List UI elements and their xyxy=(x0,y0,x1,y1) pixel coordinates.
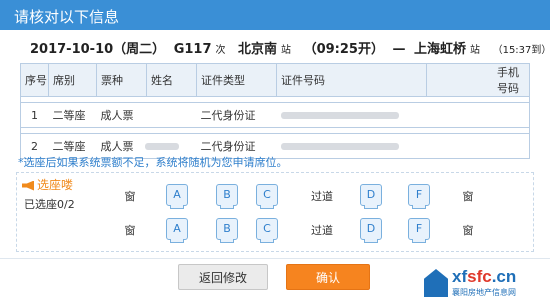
from-station-suffix: 站 xyxy=(281,45,292,56)
cell-id-type: 二代身份证 xyxy=(196,102,277,128)
speaker-icon xyxy=(22,180,34,191)
seat-select-label: 选座喽 xyxy=(22,176,73,193)
from-station-name: 北京南 xyxy=(238,42,278,57)
seat-d[interactable]: D xyxy=(360,184,382,209)
dialog-title: 请核对以下信息 xyxy=(14,8,120,26)
brand-prefix: xf xyxy=(452,267,468,286)
masked-id-no xyxy=(280,112,399,119)
passenger-table: 序号 席别 票种 姓名 证件类型 证件号码 手机号码 1 二等座 成人票 二代身… xyxy=(20,63,530,159)
cell-ticket-type: 成人票 xyxy=(96,102,147,128)
seat-notice: *选座后如果系统票额不足，系统将随机为您申请席位。 xyxy=(18,156,288,169)
to-station-name: 上海虹桥 xyxy=(414,42,467,57)
back-to-edit-button[interactable]: 返回修改 xyxy=(178,264,268,290)
seat-b[interactable]: B xyxy=(216,218,238,243)
seat-a[interactable]: A xyxy=(166,184,188,209)
route-separator: — xyxy=(392,42,406,57)
seat-select-text: 选座喽 xyxy=(37,178,74,192)
seat-a[interactable]: A xyxy=(166,218,188,243)
seat-d[interactable]: D xyxy=(360,218,382,243)
seat-row: 窗 A B C 过道 D F 窗 xyxy=(110,184,530,210)
cell-id-no xyxy=(276,133,427,159)
table-row: 1 二等座 成人票 二代身份证 xyxy=(20,102,530,128)
cell-seat-class: 二等座 xyxy=(48,102,97,128)
seat-f[interactable]: F xyxy=(408,218,430,243)
trip-date: 2017-10-10（周二） xyxy=(30,42,166,57)
trip-summary: 2017-10-10（周二） G117 次 北京南站 （09:25开） — 上海虹… xyxy=(30,38,550,57)
window-label: 窗 xyxy=(124,224,136,237)
watermark-logo: xfsfc.cn 襄阳房地产信息网 xyxy=(424,265,544,301)
table-header-row: 序号 席别 票种 姓名 证件类型 证件号码 手机号码 xyxy=(20,63,530,97)
footer-divider xyxy=(0,258,550,259)
window-label: 窗 xyxy=(462,224,474,237)
train-number: G117 次 xyxy=(174,42,230,57)
seat-f[interactable]: F xyxy=(408,184,430,209)
col-header-seat-class: 席别 xyxy=(48,63,97,97)
arrive-time: （15:37到） xyxy=(492,45,550,56)
brand-highlight: sfc xyxy=(467,267,492,286)
cell-phone xyxy=(426,102,530,128)
to-station-suffix: 站 xyxy=(470,45,481,56)
masked-name xyxy=(144,143,179,150)
to-station: 上海虹桥站 xyxy=(414,42,484,57)
from-station: 北京南站 xyxy=(238,42,295,57)
col-header-name: 姓名 xyxy=(146,63,197,97)
col-header-id-type: 证件类型 xyxy=(196,63,277,97)
train-no-text: G117 xyxy=(173,42,212,57)
window-label: 窗 xyxy=(462,190,474,203)
watermark-brand: xfsfc.cn xyxy=(452,267,516,287)
aisle-label: 过道 xyxy=(311,224,333,237)
dialog-title-bar: 请核对以下信息 xyxy=(0,0,550,30)
cell-phone xyxy=(426,133,530,159)
col-header-ticket-type: 票种 xyxy=(96,63,147,97)
train-suffix: 次 xyxy=(215,45,226,56)
masked-id-no xyxy=(280,143,399,150)
cell-id-no xyxy=(276,102,427,128)
cell-no: 1 xyxy=(20,102,49,128)
watermark-tagline: 襄阳房地产信息网 xyxy=(452,288,516,297)
cell-name xyxy=(146,102,197,128)
col-header-no: 序号 xyxy=(20,63,49,97)
aisle-label: 过道 xyxy=(311,190,333,203)
seat-c[interactable]: C xyxy=(256,218,278,243)
seat-c[interactable]: C xyxy=(256,184,278,209)
seat-b[interactable]: B xyxy=(216,184,238,209)
col-header-phone: 手机号码 xyxy=(426,63,530,97)
depart-time: （09:25开） xyxy=(303,42,384,57)
window-label: 窗 xyxy=(124,190,136,203)
seat-selected-count: 已选座0/2 xyxy=(24,198,75,211)
brand-suffix: .cn xyxy=(491,267,517,286)
house-icon xyxy=(424,269,448,297)
seat-row: 窗 A B C 过道 D F 窗 xyxy=(110,218,530,244)
col-header-id-no: 证件号码 xyxy=(276,63,427,97)
confirm-button[interactable]: 确认 xyxy=(286,264,370,290)
